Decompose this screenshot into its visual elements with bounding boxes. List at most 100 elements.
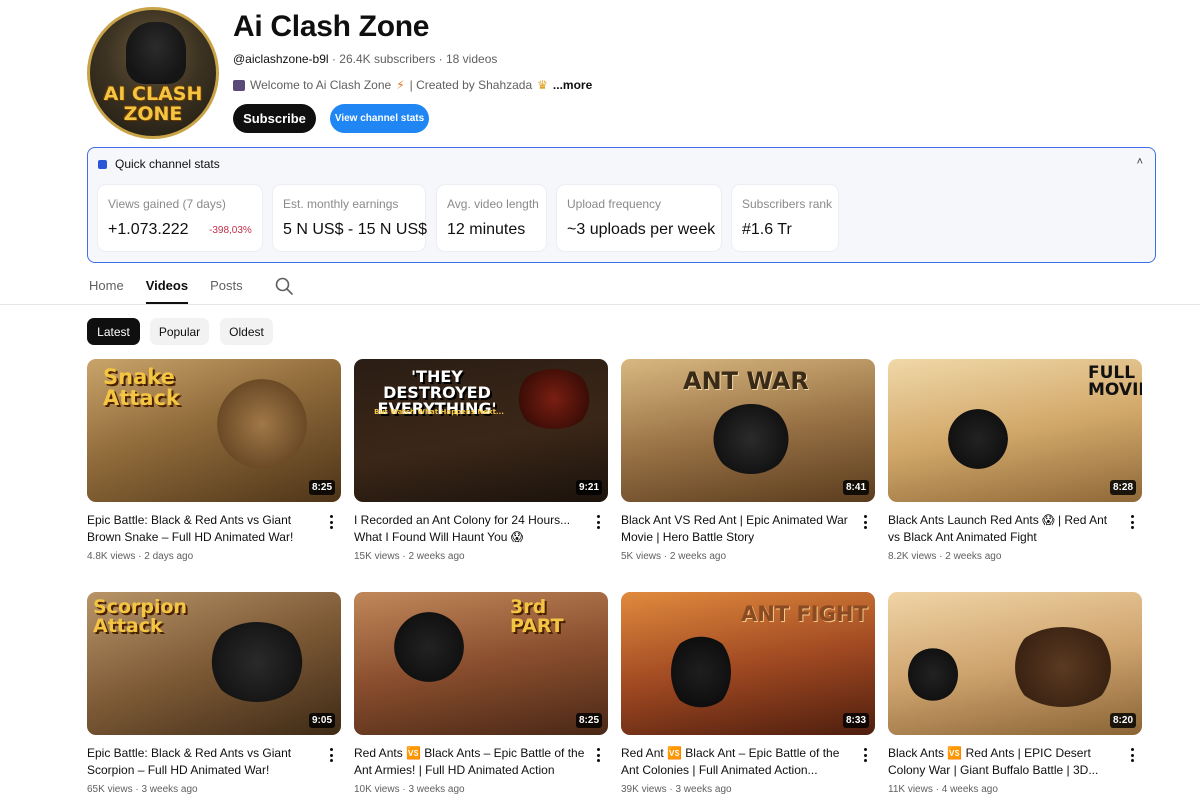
clapperboard-icon	[233, 79, 245, 91]
video-duration: 8:20	[1109, 713, 1136, 728]
video-duration: 8:28	[1109, 480, 1136, 495]
stat-label: Est. monthly earnings	[283, 197, 399, 211]
video-title[interactable]: I Recorded an Ant Colony for 24 Hours...…	[354, 512, 586, 546]
video-title[interactable]: Epic Battle: Black & Red Ants vs Giant B…	[87, 512, 319, 546]
video-age: 3 weeks ago	[408, 784, 465, 795]
more-link[interactable]: ...more	[553, 78, 592, 92]
video-views: 11K views	[888, 784, 933, 795]
video-age: 3 weeks ago	[675, 784, 732, 795]
gorilla-image	[126, 22, 186, 84]
chip-popular[interactable]: Popular	[150, 318, 209, 345]
stat-card-views: Views gained (7 days) +1.073.222 -398,03…	[98, 185, 262, 251]
video-duration: 8:25	[575, 713, 602, 728]
chip-latest[interactable]: Latest	[87, 318, 140, 345]
thumbnail-text: Snake Attack	[103, 365, 180, 410]
description-text: Welcome to Ai Clash Zone	[250, 78, 392, 92]
thumbnail-subtext: But Watch What Happens Next...	[374, 408, 504, 416]
stat-label: Subscribers rank	[742, 197, 833, 211]
subscribe-button[interactable]: Subscribe	[233, 104, 316, 133]
video-thumbnail[interactable]: Snake Attack 8:25	[87, 359, 341, 502]
video-views: 15K views	[354, 551, 400, 562]
stat-value: 5 N US$ - 15 N US$	[283, 221, 428, 238]
search-icon[interactable]	[275, 277, 293, 295]
channel-name: Ai Clash Zone	[233, 10, 430, 43]
video-meta: 39K views · 3 weeks ago	[621, 784, 732, 795]
crown-icon: ♛	[537, 78, 548, 92]
video-duration: 8:33	[842, 713, 869, 728]
thumbnail-text: ANT FIGHT	[741, 602, 868, 626]
channel-meta: @aiclashzone-b9l · 26.4K subscribers · 1…	[233, 52, 498, 66]
video-duration: 9:21	[575, 480, 602, 495]
more-options-icon[interactable]	[861, 746, 869, 764]
video-meta: 4.8K views · 2 days ago	[87, 551, 194, 562]
thumbnail-text: ANT WAR	[683, 367, 809, 395]
video-thumbnail[interactable]: 'THEY DESTROYED EVERYTHING' But Watch Wh…	[354, 359, 608, 502]
video-thumbnail[interactable]: 3rd PART 8:25	[354, 592, 608, 735]
more-options-icon[interactable]	[327, 746, 335, 764]
video-thumbnail[interactable]: FULL MOVIE 8:28	[888, 359, 1142, 502]
quick-channel-stats-panel: Quick channel stats ˄ Views gained (7 da…	[87, 147, 1156, 263]
channel-avatar[interactable]: AI CLASH ZONE	[87, 7, 219, 139]
more-options-icon[interactable]	[594, 746, 602, 764]
video-title[interactable]: Red Ants 🆚 Black Ants – Epic Battle of t…	[354, 745, 586, 779]
video-views: 65K views	[87, 784, 133, 795]
video-thumbnail[interactable]: 8:20	[888, 592, 1142, 735]
video-age: 2 weeks ago	[669, 551, 727, 562]
stat-label: Upload frequency	[567, 197, 662, 211]
video-views: 39K views	[621, 784, 667, 795]
lightning-icon: ⚡	[396, 78, 405, 92]
more-options-icon[interactable]	[1128, 513, 1136, 531]
video-meta: 8.2K views · 2 weeks ago	[888, 551, 1002, 562]
tab-home[interactable]: Home	[89, 278, 124, 294]
video-thumbnail[interactable]: Scorpion Attack 9:05	[87, 592, 341, 735]
video-age: 2 weeks ago	[408, 551, 465, 562]
stat-value: #1.6 Tr	[742, 221, 792, 238]
chevron-up-icon[interactable]: ˄	[1137, 156, 1143, 168]
tabs-divider	[0, 304, 1200, 305]
thumbnail-text: Scorpion Attack	[93, 596, 188, 637]
stat-label: Views gained (7 days)	[108, 197, 226, 211]
video-age: 3 weeks ago	[141, 784, 198, 795]
more-options-icon[interactable]	[327, 513, 335, 531]
video-duration: 9:05	[308, 713, 335, 728]
chip-oldest[interactable]: Oldest	[220, 318, 273, 345]
stats-icon	[98, 159, 107, 169]
video-thumbnail[interactable]: ANT WAR 8:41	[621, 359, 875, 502]
video-views: 4.8K views	[87, 551, 136, 562]
video-title[interactable]: Black Ant VS Red Ant | Epic Animated War…	[621, 512, 853, 546]
video-title[interactable]: Red Ant 🆚 Black Ant – Epic Battle of the…	[621, 745, 853, 779]
channel-tabs: Home Videos Posts	[89, 278, 265, 294]
video-title[interactable]: Black Ants Launch Red Ants 😱 | Red Ant v…	[888, 512, 1120, 546]
video-age: 2 weeks ago	[945, 551, 1002, 562]
video-meta: 10K views · 3 weeks ago	[354, 784, 465, 795]
video-title[interactable]: Epic Battle: Black & Red Ants vs Giant S…	[87, 745, 319, 779]
video-age: 4 weeks ago	[941, 784, 998, 795]
stat-card-earnings: Est. monthly earnings 5 N US$ - 15 N US$	[273, 185, 428, 251]
stat-card-upload-frequency: Upload frequency ~3 uploads per week	[557, 185, 721, 251]
tab-posts[interactable]: Posts	[210, 278, 243, 294]
video-count: 18 videos	[446, 52, 498, 66]
stats-title: Quick channel stats	[115, 157, 220, 171]
view-channel-stats-button[interactable]: View channel stats	[330, 104, 429, 133]
video-meta: 5K views · 2 weeks ago	[621, 551, 727, 562]
avatar-logo-text: AI CLASH ZONE	[103, 83, 203, 125]
more-options-icon[interactable]	[1128, 746, 1136, 764]
stat-value: 12 minutes	[447, 221, 526, 238]
channel-description[interactable]: Welcome to Ai Clash Zone ⚡ | Created by …	[233, 78, 592, 92]
video-views: 8.2K views	[888, 551, 937, 562]
stats-header[interactable]: Quick channel stats	[98, 157, 220, 171]
thumbnail-text: 3rd PART	[510, 596, 564, 637]
tab-videos[interactable]: Videos	[146, 278, 188, 294]
video-duration: 8:41	[842, 480, 869, 495]
stat-value: +1.073.222	[108, 221, 189, 238]
video-thumbnail[interactable]: ANT FIGHT 8:33	[621, 592, 875, 735]
channel-handle: @aiclashzone-b9l	[233, 52, 329, 66]
stat-value: ~3 uploads per week	[567, 221, 716, 238]
video-meta: 11K views · 4 weeks ago	[888, 784, 998, 795]
more-options-icon[interactable]	[594, 513, 602, 531]
video-title[interactable]: Black Ants 🆚 Red Ants | EPIC Desert Colo…	[888, 745, 1120, 779]
more-options-icon[interactable]	[861, 513, 869, 531]
stat-card-video-length: Avg. video length 12 minutes	[437, 185, 546, 251]
video-views: 5K views	[621, 551, 662, 562]
stat-label: Avg. video length	[447, 197, 539, 211]
